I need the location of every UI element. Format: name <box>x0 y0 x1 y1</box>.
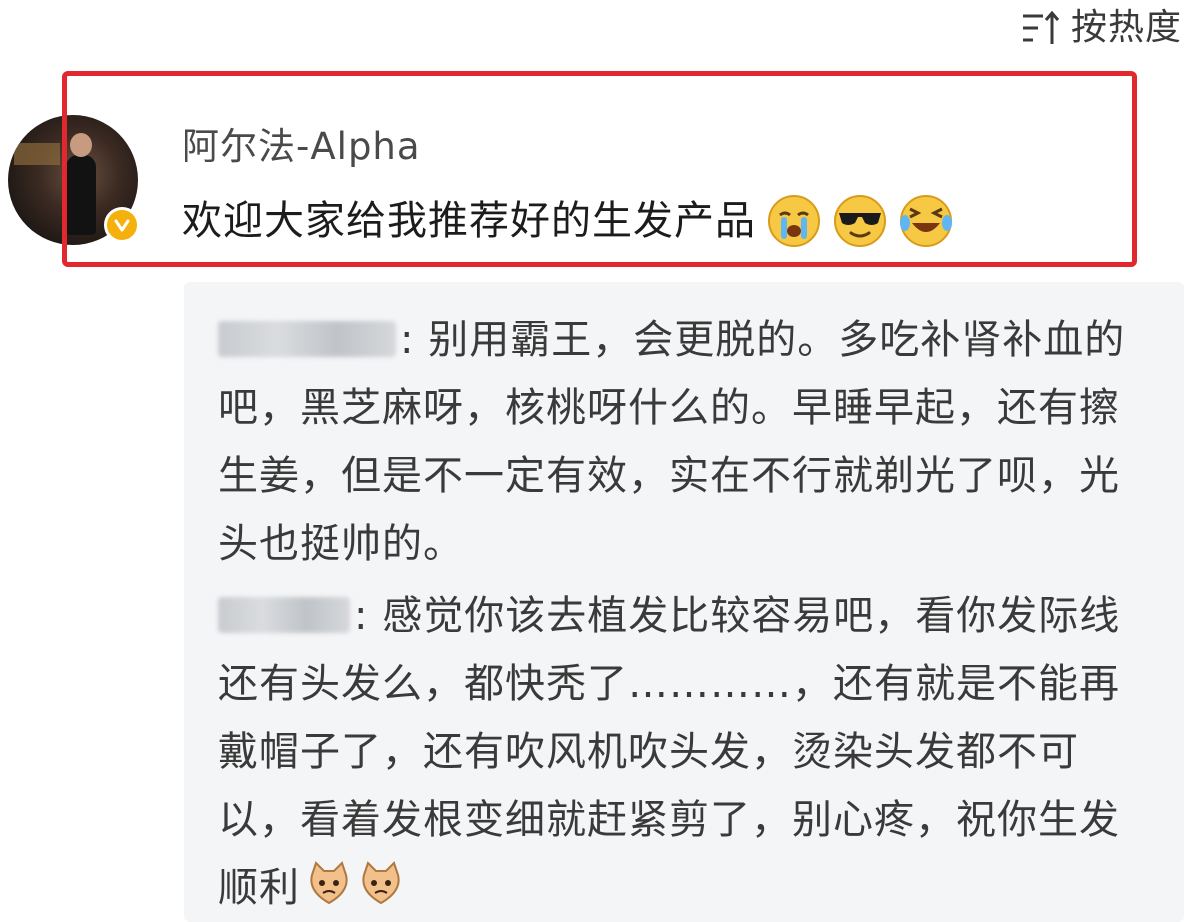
reply-author-blurred[interactable] <box>218 310 396 357</box>
sort-icon <box>1022 10 1060 44</box>
comment-body: 欢迎大家给我推荐好的生发产品 <box>182 193 954 249</box>
sort-by-hotness-button[interactable]: 按热度 <box>1021 4 1182 52</box>
comment-text: 欢迎大家给我推荐好的生发产品 <box>182 198 756 244</box>
sort-label: 按热度 <box>1070 7 1182 48</box>
laughing-tears-emoji-icon <box>900 195 952 247</box>
reply-list: : 别用霸王，会更脱的。多吃补肾补血的吧，黑芝麻呀，核桃呀什么的。早睡早起，还有… <box>184 282 1184 922</box>
reply-author-blurred[interactable] <box>218 586 350 633</box>
reply-text: : 感觉你该去植发比较容易吧，看你发际线还有头发么，都快秃了…………，还有就是不… <box>218 593 1121 911</box>
cat-emoji-icon <box>362 861 400 905</box>
comment-username[interactable]: 阿尔法-Alpha <box>182 124 421 170</box>
cat-emoji-icon <box>310 861 348 905</box>
reply-item: : 感觉你该去植发比较容易吧，看你发际线还有头发么，都快秃了…………，还有就是不… <box>218 582 1128 922</box>
sunglasses-emoji-icon <box>834 195 886 247</box>
verified-badge-icon <box>104 207 140 243</box>
crying-emoji-icon <box>768 195 820 247</box>
avatar[interactable] <box>8 115 140 245</box>
reply-item: : 别用霸王，会更脱的。多吃补肾补血的吧，黑芝麻呀，核桃呀什么的。早睡早起，还有… <box>218 306 1128 578</box>
